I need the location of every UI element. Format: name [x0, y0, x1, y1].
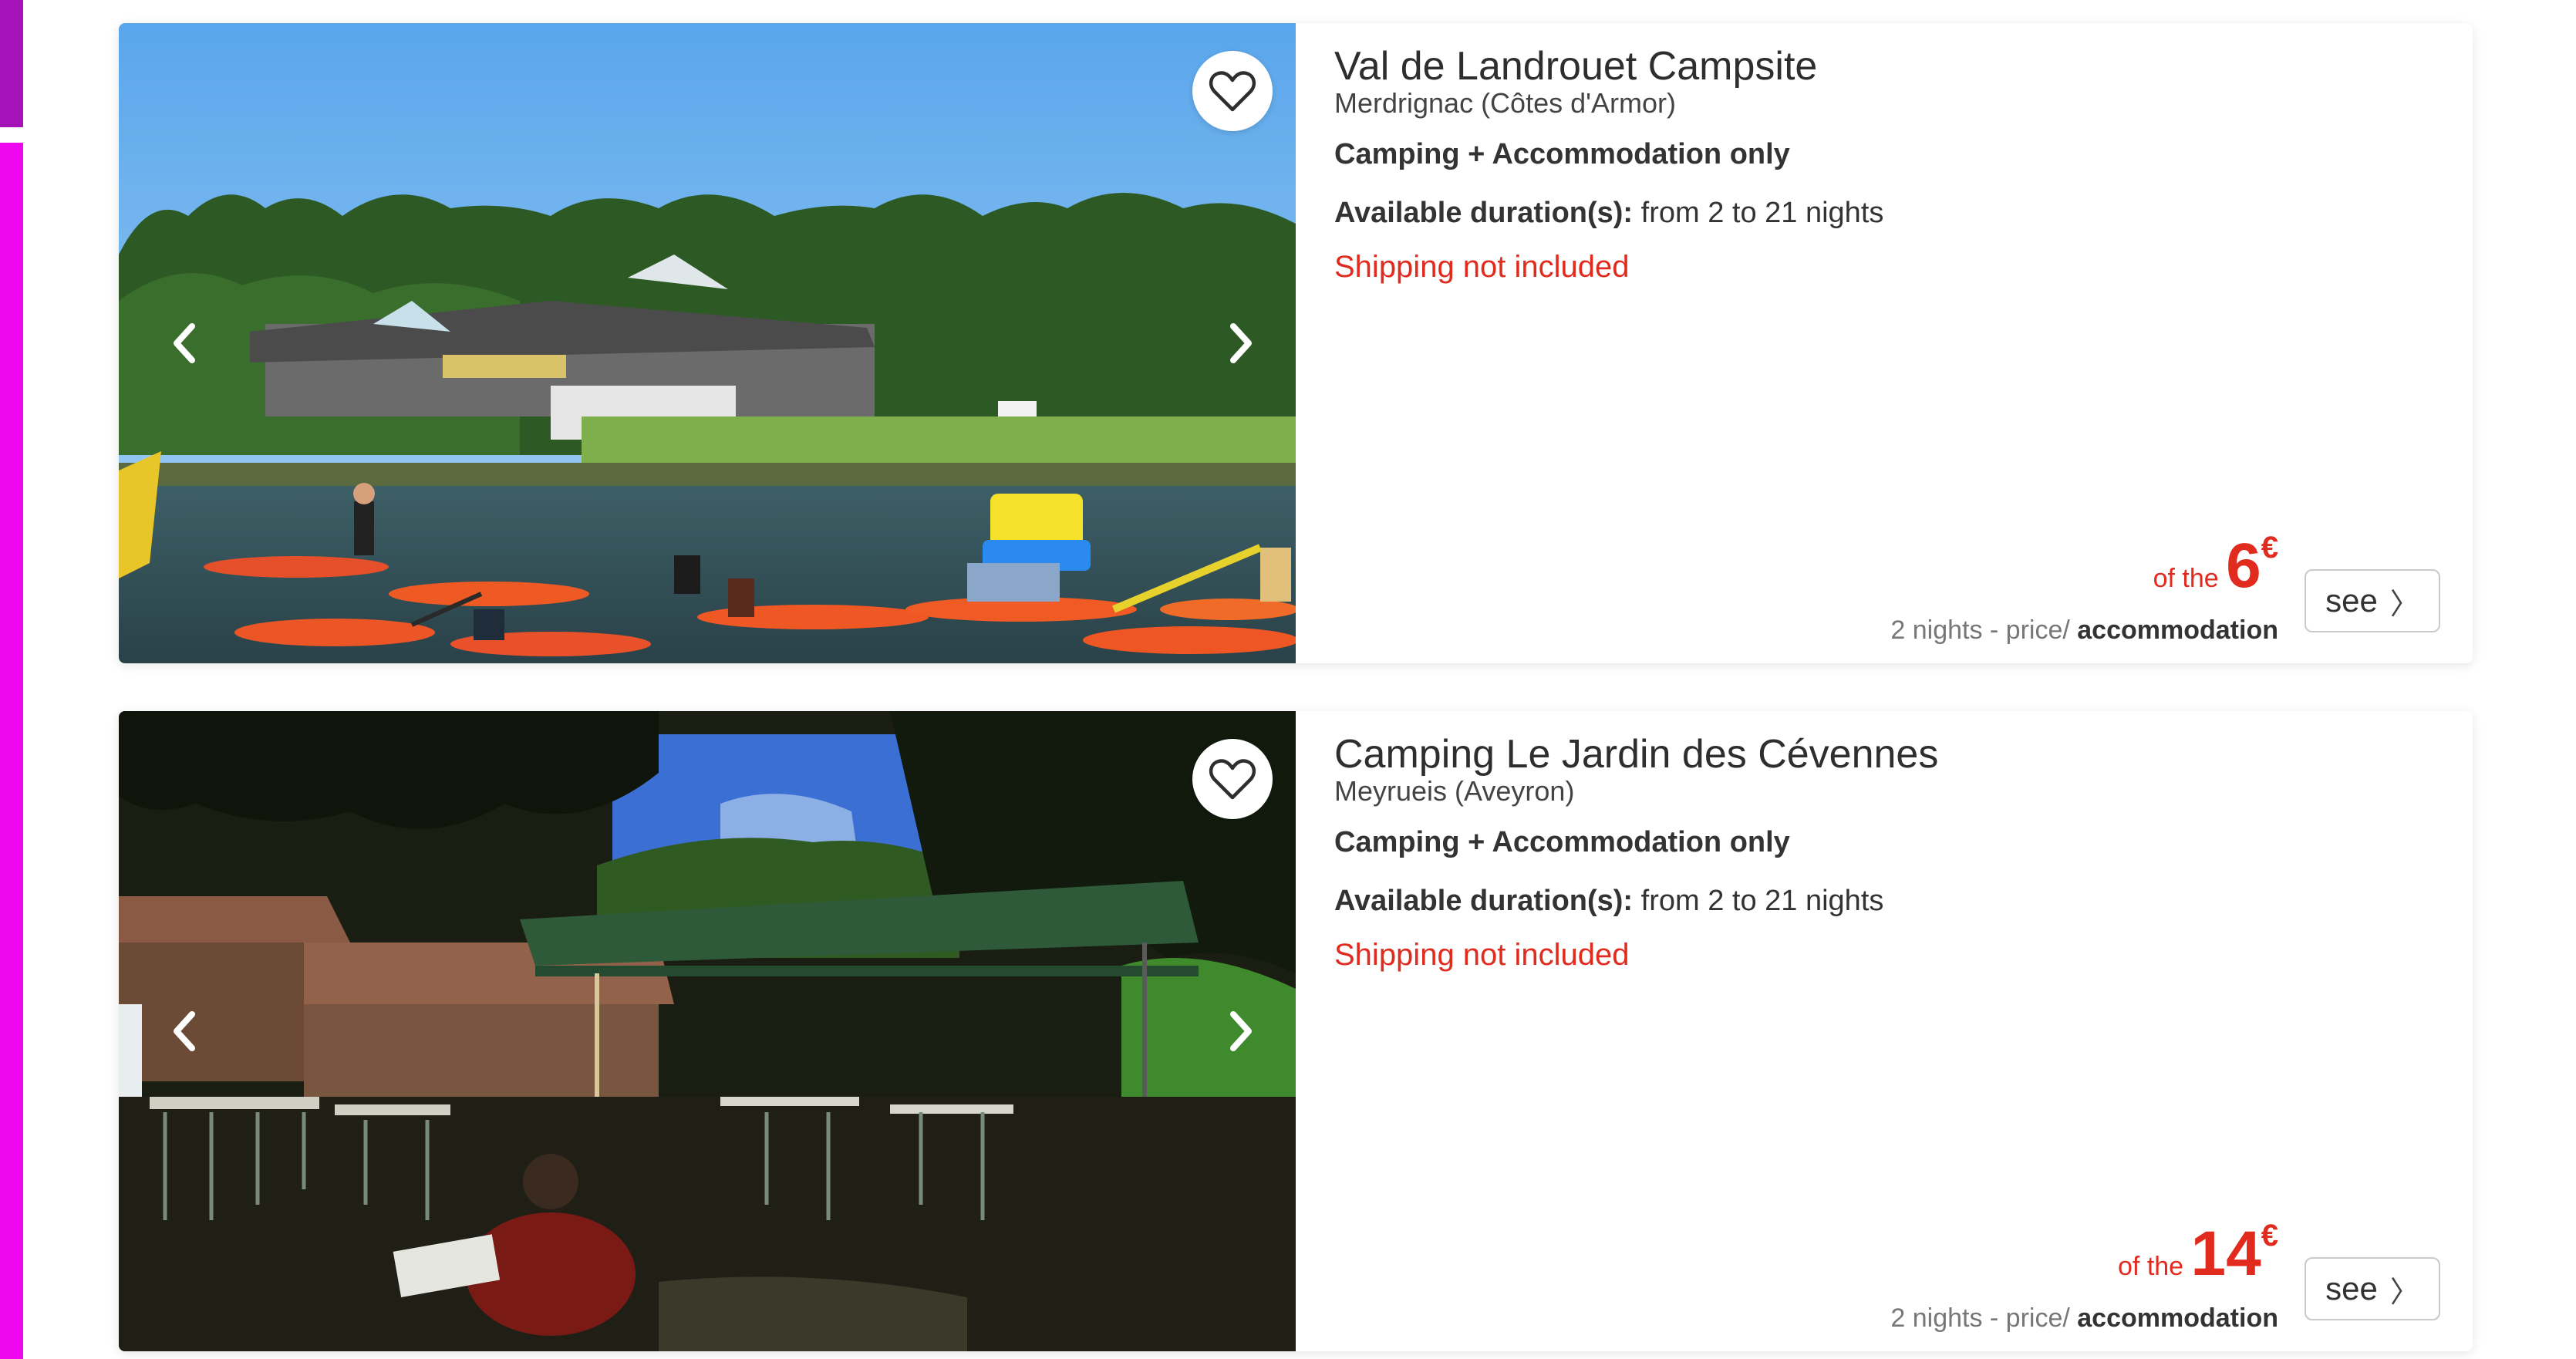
price-currency: €	[2261, 1219, 2278, 1253]
price-prefix: of the	[2118, 1252, 2191, 1281]
price-value: 6	[2226, 531, 2261, 601]
photo-next-button[interactable]	[1214, 1004, 1268, 1058]
heart-outline-icon	[1209, 71, 1256, 112]
price-value: 14	[2190, 1219, 2261, 1289]
chevron-right-icon	[1230, 1011, 1252, 1051]
side-accent-bar-bottom	[0, 143, 23, 1359]
listing-info: Camping Le Jardin des Cévennes Meyrueis …	[1334, 730, 2429, 975]
price-note: 2 nights - price/ accommodation	[1890, 615, 2278, 646]
price-note-plain: 2 nights - price/	[1890, 615, 2070, 645]
see-button[interactable]: see 〉	[2305, 569, 2440, 632]
listing-title[interactable]: Val de Landrouet Campsite	[1334, 42, 2429, 91]
listing-title[interactable]: Camping Le Jardin des Cévennes	[1334, 730, 2429, 779]
see-button-label: see	[2325, 1270, 2378, 1307]
duration-label: Available duration(s):	[1334, 885, 1634, 917]
side-accent-bar-top	[0, 0, 23, 127]
price-prefix: of the	[2153, 564, 2227, 593]
listing-photo[interactable]	[119, 711, 1296, 1351]
price-currency: €	[2261, 531, 2278, 565]
see-button[interactable]: see 〉	[2305, 1257, 2440, 1320]
see-button-label: see	[2325, 582, 2378, 619]
shipping-note: Shipping not included	[1334, 938, 1630, 972]
campsite-lake-photo	[119, 23, 1296, 663]
listing-info: Val de Landrouet Campsite Merdrignac (Cô…	[1334, 42, 2429, 287]
chevron-left-icon	[174, 323, 195, 363]
listing-location: Meyrueis (Aveyron)	[1334, 775, 1575, 807]
offer-type: Camping + Accommodation only	[1334, 138, 1790, 170]
available-duration: Available duration(s): from 2 to 21 nigh…	[1334, 194, 2429, 231]
price-note: 2 nights - price/ accommodation	[1890, 1303, 2278, 1334]
heart-outline-icon	[1209, 759, 1256, 800]
price-line: of the 6€	[1890, 517, 2278, 615]
favorite-button[interactable]	[1192, 51, 1273, 131]
duration-value: from 2 to 21 nights	[1633, 197, 1884, 229]
campsite-terrace-photo	[119, 711, 1296, 1351]
listing-card[interactable]: Camping Le Jardin des Cévennes Meyrueis …	[119, 711, 2473, 1351]
shipping-note: Shipping not included	[1334, 250, 1630, 284]
photo-prev-button[interactable]	[157, 1004, 211, 1058]
duration-label: Available duration(s):	[1334, 197, 1634, 229]
chevron-left-icon	[174, 1011, 195, 1051]
price-note-bold: accommodation	[2069, 1303, 2278, 1333]
price-note-bold: accommodation	[2069, 615, 2278, 645]
photo-prev-button[interactable]	[157, 316, 211, 370]
listing-photo[interactable]	[119, 23, 1296, 663]
price-line: of the 14€	[1890, 1205, 2278, 1303]
listing-location: Merdrignac (Côtes d'Armor)	[1334, 87, 1676, 119]
listing-card[interactable]: Val de Landrouet Campsite Merdrignac (Cô…	[119, 23, 2473, 663]
duration-value: from 2 to 21 nights	[1633, 885, 1884, 917]
page: Val de Landrouet Campsite Merdrignac (Cô…	[0, 0, 2576, 1359]
available-duration: Available duration(s): from 2 to 21 nigh…	[1334, 882, 2429, 919]
offer-type: Camping + Accommodation only	[1334, 826, 1790, 858]
chevron-right-icon	[1230, 323, 1252, 363]
chevron-right-icon: 〉	[2389, 1276, 2419, 1309]
price-note-plain: 2 nights - price/	[1890, 1303, 2070, 1333]
chevron-right-icon: 〉	[2389, 588, 2419, 621]
price-block: of the 6€ 2 nights - price/ accommodatio…	[1890, 517, 2278, 646]
favorite-button[interactable]	[1192, 739, 1273, 819]
price-block: of the 14€ 2 nights - price/ accommodati…	[1890, 1205, 2278, 1334]
photo-next-button[interactable]	[1214, 316, 1268, 370]
